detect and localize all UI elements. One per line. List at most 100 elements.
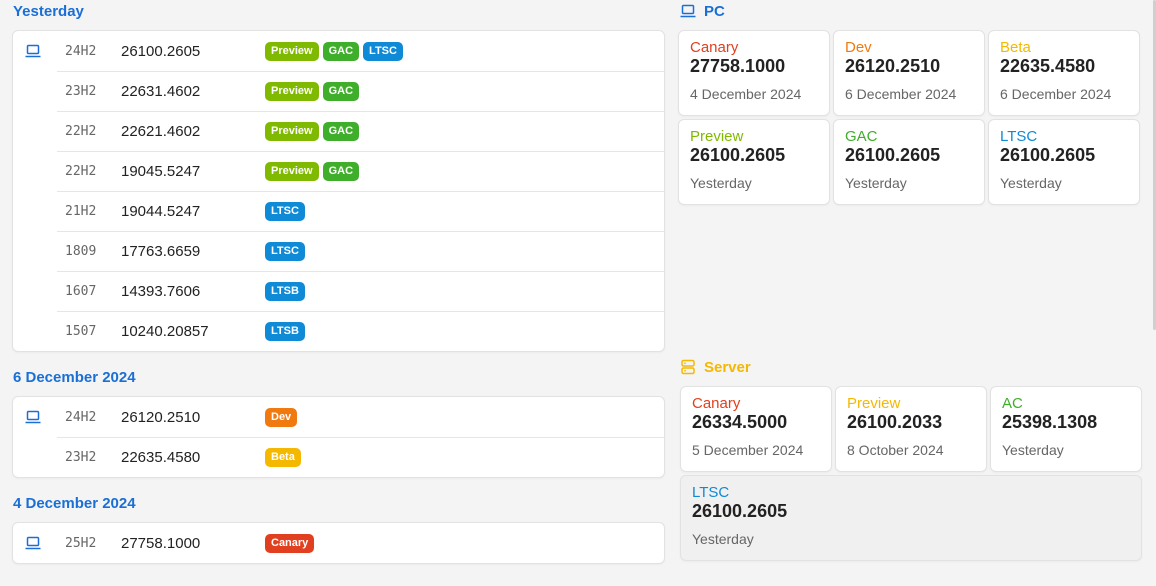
release-group-4-december: 4 December 2024 25H2 27758.1000 Canary bbox=[12, 492, 665, 564]
group-title: 4 December 2024 bbox=[13, 495, 136, 512]
release-date: 8 October 2024 bbox=[847, 442, 944, 458]
release-list: 24H2 26100.2605 Preview GAC LTSC 23H2 22… bbox=[12, 30, 665, 352]
badge-dev[interactable]: Dev bbox=[265, 407, 298, 427]
release-row[interactable]: 22H2 19045.5247 Preview GAC bbox=[13, 151, 664, 191]
release-row[interactable]: 25H2 27758.1000 Canary bbox=[13, 523, 664, 563]
version-label: 24H2 bbox=[65, 43, 97, 59]
server-section-title: Server bbox=[680, 356, 1144, 378]
channel-badges: Preview GAC LTSC bbox=[265, 41, 403, 61]
release-row[interactable]: 22H2 22621.4602 Preview GAC bbox=[13, 111, 664, 151]
version-label: 22H2 bbox=[65, 123, 97, 139]
channel-name: Canary bbox=[690, 39, 739, 56]
server-icon bbox=[681, 359, 695, 375]
badge-preview[interactable]: Preview bbox=[265, 121, 319, 141]
build-number: 22635.4580 bbox=[121, 448, 201, 466]
build-number: 25398.1308 bbox=[1002, 412, 1098, 432]
version-label: 22H2 bbox=[65, 163, 97, 179]
pc-tile-ltsc[interactable]: LTSC 26100.2605 Yesterday bbox=[988, 119, 1140, 205]
latest-builds: PC Canary 27758.1000 4 December 2024 Dev… bbox=[678, 0, 1148, 561]
channel-name: Preview bbox=[690, 128, 744, 145]
release-row[interactable]: 1507 10240.20857 LTSB bbox=[13, 311, 664, 351]
badge-ltsb[interactable]: LTSB bbox=[265, 281, 305, 301]
badge-beta[interactable]: Beta bbox=[265, 447, 301, 467]
server-tile-preview[interactable]: Preview 26100.2033 8 October 2024 bbox=[835, 386, 987, 472]
release-row[interactable]: 1607 14393.7606 LTSB bbox=[13, 271, 664, 311]
badge-gac[interactable]: GAC bbox=[322, 161, 360, 181]
badge-canary[interactable]: Canary bbox=[265, 533, 315, 553]
badge-ltsc[interactable]: LTSC bbox=[265, 201, 305, 221]
laptop-icon bbox=[25, 536, 41, 550]
release-history: Yesterday 24H2 26100.2605 Preview GAC LT… bbox=[12, 0, 665, 564]
badge-gac[interactable]: GAC bbox=[322, 41, 360, 61]
release-date: Yesterday bbox=[1002, 442, 1064, 458]
release-date: Yesterday bbox=[690, 175, 752, 191]
channel-name: GAC bbox=[845, 128, 878, 145]
version-label: 25H2 bbox=[65, 535, 97, 551]
build-number: 26120.2510 bbox=[845, 56, 941, 76]
release-date: Yesterday bbox=[692, 531, 754, 547]
pc-title-label: PC bbox=[704, 2, 725, 20]
build-number: 19044.5247 bbox=[121, 202, 201, 220]
badge-ltsc[interactable]: LTSC bbox=[363, 41, 403, 61]
release-date: 5 December 2024 bbox=[692, 442, 804, 458]
badge-ltsc[interactable]: LTSC bbox=[265, 241, 305, 261]
channel-badges: Canary bbox=[265, 533, 315, 553]
build-number: 27758.1000 bbox=[690, 56, 786, 76]
version-label: 1809 bbox=[65, 243, 97, 259]
release-group-yesterday: Yesterday 24H2 26100.2605 Preview GAC LT… bbox=[12, 0, 665, 352]
release-row[interactable]: 23H2 22631.4602 Preview GAC bbox=[13, 71, 664, 111]
release-date: Yesterday bbox=[845, 175, 907, 191]
release-row[interactable]: 24H2 26120.2510 Dev bbox=[13, 397, 664, 437]
release-row[interactable]: 1809 17763.6659 LTSC bbox=[13, 231, 664, 271]
release-date: Yesterday bbox=[1000, 175, 1062, 191]
release-date: 6 December 2024 bbox=[845, 86, 957, 102]
build-number: 14393.7606 bbox=[121, 282, 201, 300]
build-number: 22635.4580 bbox=[1000, 56, 1096, 76]
version-label: 1607 bbox=[65, 283, 97, 299]
badge-preview[interactable]: Preview bbox=[265, 161, 319, 181]
channel-badges: Beta bbox=[265, 447, 301, 467]
build-number: 22621.4602 bbox=[121, 122, 201, 140]
channel-badges: LTSB bbox=[265, 321, 305, 341]
server-tile-ltsc[interactable]: LTSC 26100.2605 Yesterday bbox=[680, 475, 1142, 561]
release-row[interactable]: 24H2 26100.2605 Preview GAC LTSC bbox=[13, 31, 664, 71]
release-row[interactable]: 23H2 22635.4580 Beta bbox=[13, 437, 664, 477]
build-number: 26100.2605 bbox=[692, 501, 788, 521]
pc-tile-canary[interactable]: Canary 27758.1000 4 December 2024 bbox=[678, 30, 830, 116]
build-number: 26100.2033 bbox=[847, 412, 943, 432]
server-tile-canary[interactable]: Canary 26334.5000 5 December 2024 bbox=[680, 386, 832, 472]
build-number: 26100.2605 bbox=[1000, 145, 1096, 165]
version-label: 21H2 bbox=[65, 203, 97, 219]
server-tiles: Canary 26334.5000 5 December 2024 Previe… bbox=[680, 386, 1144, 561]
badge-gac[interactable]: GAC bbox=[322, 81, 360, 101]
channel-badges: Preview GAC bbox=[265, 161, 360, 181]
channel-name: LTSC bbox=[1000, 128, 1038, 145]
build-number: 26100.2605 bbox=[121, 42, 201, 60]
badge-preview[interactable]: Preview bbox=[265, 81, 319, 101]
channel-badges: Preview GAC bbox=[265, 121, 360, 141]
channel-name: AC bbox=[1002, 395, 1023, 412]
pc-tile-gac[interactable]: GAC 26100.2605 Yesterday bbox=[833, 119, 985, 205]
build-number: 26334.5000 bbox=[692, 412, 788, 432]
pc-section-title: PC bbox=[680, 0, 1148, 22]
build-number: 17763.6659 bbox=[121, 242, 201, 260]
release-row[interactable]: 21H2 19044.5247 LTSC bbox=[13, 191, 664, 231]
build-number: 22631.4602 bbox=[121, 82, 201, 100]
badge-ltsb[interactable]: LTSB bbox=[265, 321, 305, 341]
release-list: 25H2 27758.1000 Canary bbox=[12, 522, 665, 564]
laptop-icon bbox=[25, 410, 41, 424]
channel-name: LTSC bbox=[692, 484, 730, 501]
channel-badges: Dev bbox=[265, 407, 298, 427]
laptop-icon bbox=[680, 4, 696, 18]
channel-name: Preview bbox=[847, 395, 901, 412]
badge-gac[interactable]: GAC bbox=[322, 121, 360, 141]
badge-preview[interactable]: Preview bbox=[265, 41, 319, 61]
pc-tile-beta[interactable]: Beta 22635.4580 6 December 2024 bbox=[988, 30, 1140, 116]
version-label: 23H2 bbox=[65, 449, 97, 465]
pc-tile-preview[interactable]: Preview 26100.2605 Yesterday bbox=[678, 119, 830, 205]
group-title: Yesterday bbox=[13, 3, 84, 20]
server-tile-ac[interactable]: AC 25398.1308 Yesterday bbox=[990, 386, 1142, 472]
build-number: 26100.2605 bbox=[845, 145, 941, 165]
pc-tile-dev[interactable]: Dev 26120.2510 6 December 2024 bbox=[833, 30, 985, 116]
server-title-label: Server bbox=[704, 358, 751, 376]
